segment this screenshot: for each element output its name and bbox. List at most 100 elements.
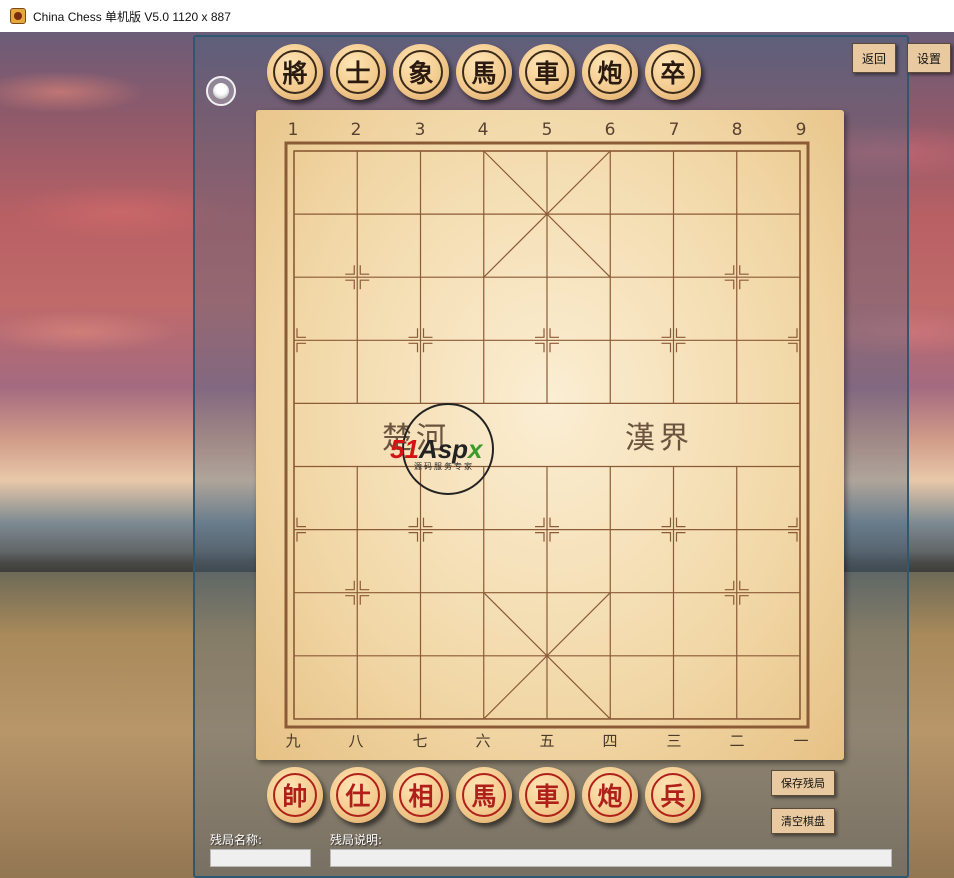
turn-indicator[interactable]: [206, 76, 236, 106]
column-number: 9: [795, 120, 807, 140]
endgame-description-label: 残局说明:: [330, 833, 383, 847]
position-mark: [788, 532, 798, 542]
piece-label: 炮: [588, 773, 632, 817]
column-number: 4: [477, 120, 489, 140]
position-mark: [296, 342, 306, 353]
piece-label: 象: [399, 50, 443, 94]
chess-board[interactable]: 1 2 3 4 5 6 7 8 9 九 八 七 六 五 四 三 二 一 楚河 漢…: [256, 110, 844, 760]
position-mark: [535, 342, 545, 353]
red-piece-soldier[interactable]: 兵: [645, 767, 701, 823]
position-mark: [296, 532, 306, 542]
position-mark: [661, 328, 672, 338]
position-mark: [739, 595, 749, 605]
red-piece-chariot[interactable]: 車: [519, 767, 575, 823]
column-number: 3: [414, 120, 426, 140]
position-mark: [724, 580, 735, 591]
position-mark: [422, 517, 433, 528]
piece-label: 士: [336, 50, 380, 94]
position-mark: [549, 342, 559, 353]
position-mark: [535, 532, 545, 542]
column-number: 四: [602, 732, 618, 750]
position-mark: [661, 517, 672, 528]
position-mark: [408, 517, 419, 528]
position-mark: [739, 279, 749, 290]
position-mark: [675, 342, 686, 353]
position-mark: [359, 265, 370, 275]
clear-board-button[interactable]: 清空棋盘: [771, 808, 835, 834]
black-piece-horse[interactable]: 馬: [456, 44, 512, 100]
position-mark: [422, 532, 433, 542]
column-number: 五: [539, 732, 555, 750]
position-mark: [788, 342, 798, 353]
position-mark: [788, 328, 798, 338]
position-mark: [675, 517, 686, 528]
position-mark: [345, 595, 355, 605]
piece-label: 炮: [588, 50, 632, 94]
endgame-name-label: 残局名称:: [210, 833, 263, 847]
red-piece-cannon[interactable]: 炮: [582, 767, 638, 823]
piece-label: 相: [399, 773, 443, 817]
position-mark: [661, 532, 672, 542]
red-piece-advisor[interactable]: 仕: [330, 767, 386, 823]
position-mark: [422, 328, 433, 338]
position-mark: [675, 328, 686, 338]
piece-label: 馬: [462, 773, 506, 817]
piece-label: 車: [525, 50, 569, 94]
position-mark: [675, 532, 686, 542]
column-number: 7: [668, 120, 680, 140]
position-mark: [549, 328, 559, 338]
column-number: 七: [412, 732, 428, 750]
position-mark: [296, 517, 306, 528]
piece-label: 卒: [651, 50, 695, 94]
position-mark: [296, 328, 306, 338]
position-mark: [788, 517, 798, 528]
black-piece-chariot[interactable]: 車: [519, 44, 575, 100]
position-mark: [359, 580, 370, 591]
window-title: China Chess 单机版 V5.0 1120 x 887: [33, 9, 231, 24]
black-piece-advisor[interactable]: 士: [330, 44, 386, 100]
position-mark: [739, 580, 749, 591]
column-number: 八: [348, 732, 364, 750]
endgame-name-input[interactable]: [210, 849, 311, 867]
red-piece-horse[interactable]: 馬: [456, 767, 512, 823]
column-number: 六: [475, 732, 491, 750]
endgame-description-input[interactable]: [330, 849, 892, 867]
piece-label: 將: [273, 50, 317, 94]
column-number: 8: [731, 120, 743, 140]
river-right-text: 漢界: [625, 421, 693, 456]
position-mark: [661, 342, 672, 353]
position-mark: [359, 279, 370, 290]
position-mark: [724, 595, 735, 605]
title-bar: China Chess 单机版 V5.0 1120 x 887: [0, 0, 954, 32]
column-number: 一: [793, 732, 809, 750]
position-mark: [345, 279, 355, 290]
black-piece-elephant[interactable]: 象: [393, 44, 449, 100]
save-endgame-button[interactable]: 保存残局: [771, 770, 835, 796]
position-mark: [359, 595, 370, 605]
position-mark: [724, 265, 735, 275]
column-number: 三: [666, 732, 682, 750]
position-mark: [408, 532, 419, 542]
back-button[interactable]: 返回: [852, 43, 896, 73]
position-mark: [408, 342, 419, 353]
column-number: 5: [541, 120, 553, 140]
position-mark: [724, 279, 735, 290]
position-mark: [408, 328, 419, 338]
piece-label: 仕: [336, 773, 380, 817]
position-mark: [739, 265, 749, 275]
red-piece-general[interactable]: 帥: [267, 767, 323, 823]
red-piece-elephant[interactable]: 相: [393, 767, 449, 823]
black-piece-general[interactable]: 將: [267, 44, 323, 100]
watermark-subtitle: 源码服务专家: [414, 462, 474, 471]
position-mark: [549, 532, 559, 542]
piece-label: 兵: [651, 773, 695, 817]
position-mark: [549, 517, 559, 528]
position-mark: [535, 328, 545, 338]
app-icon: [10, 8, 26, 24]
black-piece-soldier[interactable]: 卒: [645, 44, 701, 100]
position-mark: [535, 517, 545, 528]
column-number: 二: [729, 732, 745, 750]
black-piece-cannon[interactable]: 炮: [582, 44, 638, 100]
settings-button[interactable]: 设置: [907, 43, 951, 73]
piece-label: 帥: [273, 773, 317, 817]
